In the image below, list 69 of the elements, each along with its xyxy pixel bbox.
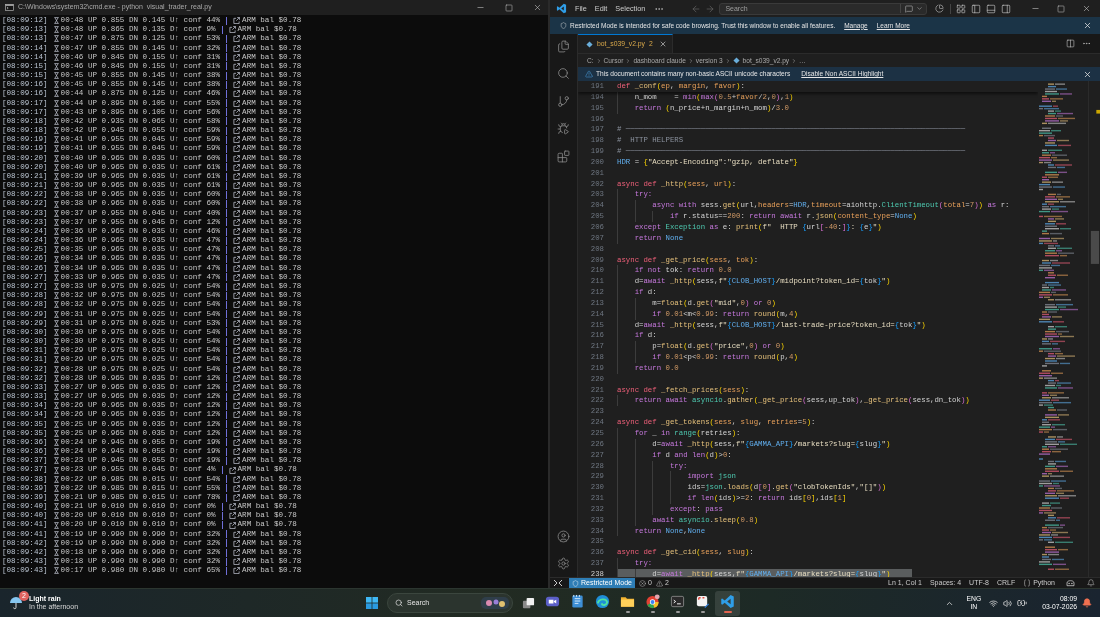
chevron-right-icon [724,57,731,64]
notepad-icon [570,593,585,609]
bell-icon[interactable] [1087,579,1095,587]
console-icon [5,4,14,11]
running-indicator [723,610,732,613]
ribbon-logo-icon [556,3,567,14]
braces-icon [1023,579,1032,587]
swirl-circle-icon [595,593,610,609]
close-icon[interactable] [1083,69,1092,79]
hourglass-icon [53,494,59,501]
panel-left-icon[interactable] [971,3,982,14]
hourglass-icon [53,439,59,446]
error-icon [638,579,646,587]
wifi-icon [989,598,999,608]
ribbon-logo-icon [720,593,735,609]
chevron-right-icon [625,57,632,64]
robot-face-icon[interactable] [1066,579,1075,587]
play-bug-icon[interactable] [557,122,570,135]
hourglass-icon [53,173,59,180]
layout-grid-icon[interactable] [956,3,967,14]
chevron-right-icon [595,57,602,64]
maximize-icon[interactable] [1057,4,1065,13]
quick-settings-button[interactable] [989,598,1028,608]
running-indicator [675,610,680,613]
remote-icon[interactable] [553,579,563,587]
scrollbar[interactable] [1088,81,1100,577]
search-icon[interactable] [557,67,570,80]
chevron-right-icon [791,57,798,64]
box-arrow-icon [233,494,241,501]
chat-icon[interactable] [905,4,914,13]
close-icon[interactable] [1083,21,1092,30]
four-squares-icon [366,597,378,609]
close-icon[interactable] [658,40,667,48]
terminal-icon [670,593,685,609]
files-icon[interactable] [557,39,570,53]
chevron-right-icon [687,57,694,64]
box-arrow-icon [233,439,241,446]
settings-icon[interactable] [557,556,570,570]
shield-icon [572,579,579,587]
umbrella-icon [9,596,23,610]
panel-right-icon[interactable] [1001,3,1012,14]
file-type-icon [732,57,740,64]
box-arrow-icon [233,173,241,180]
split-editor-icon[interactable] [1066,39,1075,48]
illustration-thumbnail [481,597,509,609]
tricolor-circle-icon [645,593,660,609]
battery-icon [1017,598,1028,608]
branch-icon[interactable] [557,94,570,108]
overlapping-squares-icon [521,596,535,610]
shield-icon [560,22,567,29]
maximize-icon[interactable] [505,3,513,12]
close-icon[interactable] [1082,4,1091,13]
warning-icon [585,70,593,78]
account-icon[interactable] [557,529,570,543]
more-icon[interactable] [1082,39,1091,48]
bell-icon[interactable] [1082,598,1092,608]
warning-icon [655,579,663,587]
volume-icon [1003,598,1013,608]
search-icon [395,599,403,607]
running-indicator [650,610,655,613]
panel-bottom-icon[interactable] [986,3,997,14]
running-indicator [625,610,630,613]
pie-chart-icon[interactable] [935,4,945,13]
blocks-icon[interactable] [557,149,570,163]
caret-icon[interactable] [916,5,924,12]
file-type-icon [586,40,593,48]
close-icon[interactable] [533,3,542,12]
running-indicator [700,610,705,613]
clip-card-icon [695,593,710,609]
